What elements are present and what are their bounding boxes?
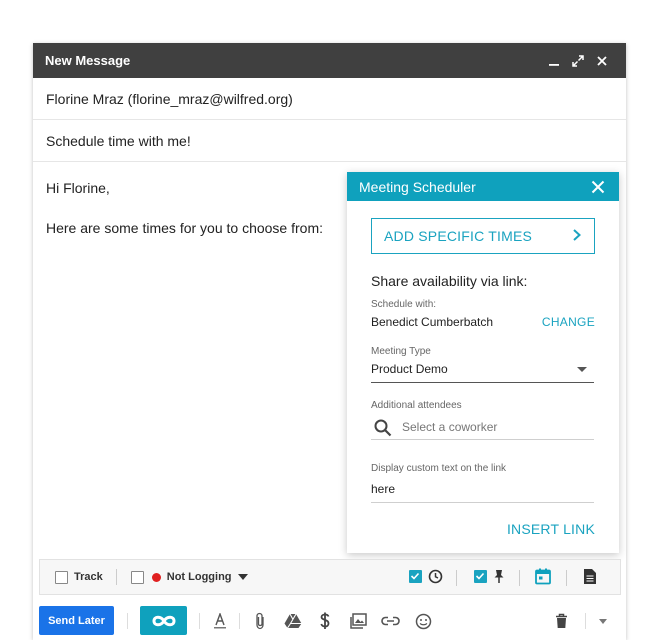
divider <box>566 570 567 586</box>
trash-icon[interactable] <box>551 611 571 631</box>
close-icon[interactable] <box>590 49 614 73</box>
divider <box>115 569 117 585</box>
document-icon[interactable] <box>583 568 597 588</box>
scheduler-title: Meeting Scheduler <box>359 178 476 195</box>
divider <box>127 613 128 629</box>
compose-title: New Message <box>45 53 131 68</box>
send-later-button[interactable]: Send Later <box>39 606 114 635</box>
divider <box>519 570 520 586</box>
search-icon <box>373 418 393 438</box>
custom-text-input[interactable]: here <box>371 482 395 496</box>
track-label: Track <box>74 571 103 583</box>
to-value: Florine Mraz (florine_mraz@wilfred.org) <box>46 90 293 107</box>
scheduler-header: Meeting Scheduler <box>347 172 619 201</box>
attendees-label: Additional attendees <box>371 400 462 411</box>
dollar-icon[interactable] <box>315 611 335 631</box>
body-greeting[interactable]: Hi Florine, <box>46 180 110 196</box>
logging-dropdown-icon[interactable] <box>237 571 248 583</box>
text-format-icon[interactable] <box>210 611 230 631</box>
link-icon[interactable] <box>380 611 400 631</box>
add-specific-times-label: ADD SPECIFIC TIMES <box>384 228 533 244</box>
insert-link-button[interactable]: INSERT LINK <box>507 521 595 537</box>
divider <box>239 613 240 629</box>
compose-window: New Message Florine Mraz (florine_mraz@w… <box>33 43 626 640</box>
minimize-icon[interactable] <box>542 49 566 73</box>
pin-icon[interactable] <box>492 569 506 587</box>
divider <box>199 613 200 629</box>
custom-text-underline <box>371 502 594 503</box>
schedule-with-value: Benedict Cumberbatch <box>371 315 494 329</box>
chevron-down-icon[interactable] <box>577 367 587 372</box>
compose-titlebar: New Message <box>33 43 626 78</box>
compose-toolbar: Send Later <box>33 602 626 640</box>
change-button[interactable]: CHANGE <box>542 315 595 329</box>
reminder-checkbox[interactable] <box>409 570 422 583</box>
add-specific-times-button[interactable]: ADD SPECIFIC TIMES <box>371 218 595 254</box>
chevron-right-icon <box>572 228 582 244</box>
meeting-type-label: Meeting Type <box>371 346 431 357</box>
clock-icon[interactable] <box>428 569 443 587</box>
drive-icon[interactable] <box>283 611 303 631</box>
track-checkbox[interactable] <box>55 570 68 584</box>
emoji-icon[interactable] <box>413 611 433 631</box>
custom-text-label: Display custom text on the link <box>371 463 507 474</box>
coworker-input[interactable]: Select a coworker <box>402 420 497 434</box>
divider <box>585 613 586 629</box>
logging-label[interactable]: Not Logging <box>167 571 232 583</box>
subject-field[interactable]: Schedule time with me! <box>33 120 626 162</box>
subject-value: Schedule time with me! <box>46 132 191 149</box>
attendees-underline <box>371 439 594 440</box>
body-line[interactable]: Here are some times for you to choose fr… <box>46 220 323 236</box>
scheduler-close-icon[interactable] <box>589 178 607 196</box>
meeting-scheduler-panel: Meeting Scheduler ADD SPECIFIC TIMES Sha… <box>347 172 619 553</box>
tracking-bar: Track Not Logging <box>39 559 621 595</box>
divider <box>456 570 457 586</box>
photo-icon[interactable] <box>348 611 368 631</box>
logging-status-dot-icon <box>151 572 161 582</box>
meeting-type-underline <box>371 382 594 383</box>
meeting-type-select[interactable]: Product Demo <box>371 362 448 376</box>
schedule-with-label: Schedule with: <box>371 299 437 310</box>
more-options-icon[interactable] <box>593 611 613 631</box>
logging-checkbox[interactable] <box>130 570 144 584</box>
attachment-icon[interactable] <box>250 611 270 631</box>
expand-icon[interactable] <box>566 49 590 73</box>
to-field[interactable]: Florine Mraz (florine_mraz@wilfred.org) <box>33 78 626 120</box>
share-availability-label: Share availability via link: <box>371 273 528 289</box>
infinity-icon[interactable] <box>140 606 187 635</box>
calendar-icon[interactable] <box>535 568 551 588</box>
pin-checkbox[interactable] <box>474 570 487 583</box>
